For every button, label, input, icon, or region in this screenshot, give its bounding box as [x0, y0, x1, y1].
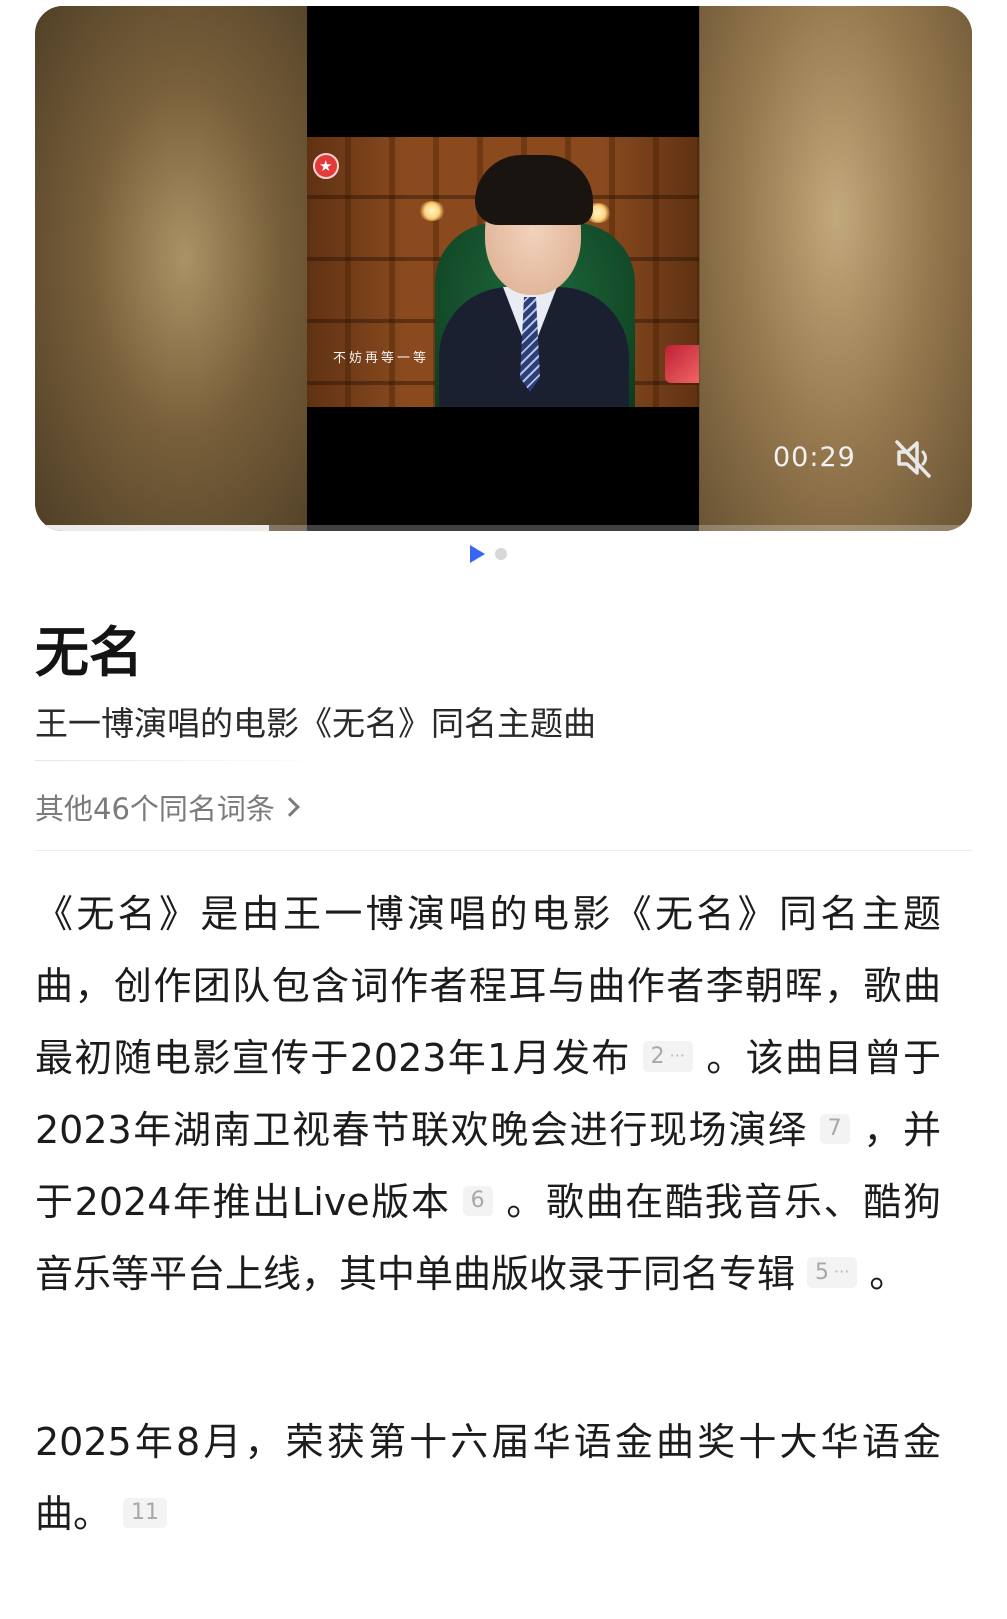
video-frame[interactable]: 不妨再等一等: [307, 6, 699, 531]
divider: [35, 850, 972, 851]
other-entries-link[interactable]: 其他46个同名词条: [35, 786, 300, 828]
show-badge-icon: [665, 345, 699, 383]
paragraph-text: 。: [869, 1252, 908, 1296]
video-progress-fill: [35, 525, 270, 531]
blurred-backdrop-left: [35, 6, 307, 531]
reference-badge[interactable]: 7: [819, 1114, 850, 1144]
video-subtitle: 不妨再等一等: [333, 351, 430, 366]
video-time: 00:29: [773, 442, 856, 473]
chevron-right-icon: [280, 797, 300, 817]
divider: [35, 760, 335, 761]
summary-paragraph: 《无名》是由王一博演唱的电影《无名》同名主题曲，创作团队包含词作者程耳与曲作者李…: [35, 878, 941, 1310]
page-title: 无名: [35, 621, 143, 684]
award-paragraph: 2025年8月，荣获第十六届华语金曲奖十大华语金曲。 11: [35, 1406, 941, 1550]
video-player[interactable]: 不妨再等一等 00:29: [35, 6, 972, 531]
entry-description: 王一博演唱的电影《无名》同名主题曲: [35, 704, 596, 743]
other-entries-label: 其他46个同名词条: [35, 792, 275, 826]
tv-station-logo-icon: [313, 153, 339, 179]
carousel-indicator: [470, 544, 507, 564]
reference-badge[interactable]: 11: [123, 1498, 168, 1528]
reference-badge[interactable]: 6: [462, 1186, 493, 1216]
carousel-dot[interactable]: [495, 548, 507, 560]
reference-badge[interactable]: 2 ···: [642, 1041, 693, 1072]
video-progress-bar[interactable]: [35, 525, 972, 531]
video-scene: 不妨再等一等: [307, 137, 699, 407]
wall-lamp: [419, 201, 445, 221]
reference-badge[interactable]: 5 ···: [807, 1257, 858, 1288]
paragraph-text: 2025年8月，荣获第十六届华语金曲奖十大华语金曲。: [35, 1420, 941, 1536]
person-hair: [475, 155, 593, 225]
play-indicator-icon[interactable]: [470, 545, 485, 563]
mute-icon[interactable]: [889, 434, 937, 482]
